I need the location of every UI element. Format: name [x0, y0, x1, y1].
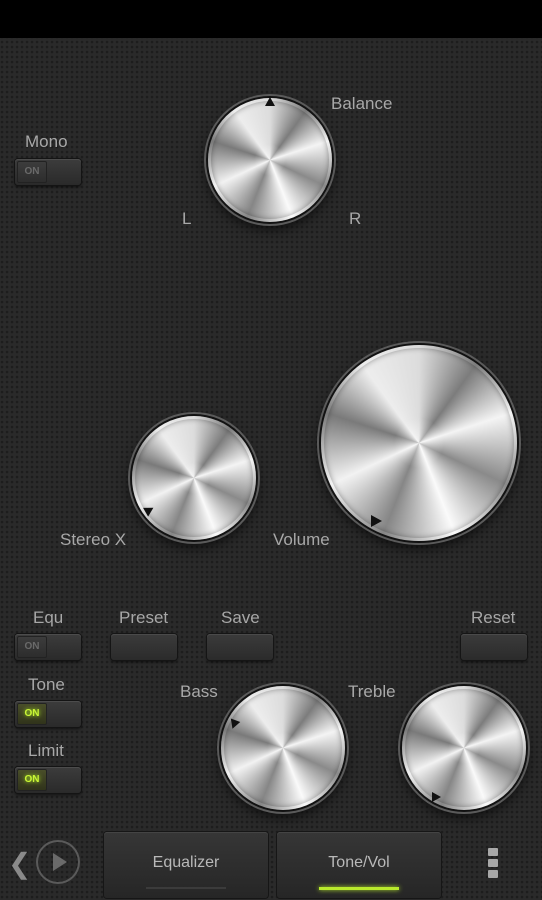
volume-marker [371, 515, 382, 527]
play-circle-icon[interactable] [38, 842, 78, 882]
treble-marker [432, 792, 441, 802]
tone-label: Tone [28, 675, 65, 694]
bass-label: Bass [180, 682, 218, 701]
equ-label: Equ [33, 608, 64, 627]
tone-toggle-state: ON [17, 703, 47, 725]
volume-knob[interactable] [321, 345, 517, 541]
tab-tone-vol[interactable]: Tone/Vol [277, 832, 441, 898]
mono-toggle-state: ON [17, 161, 47, 183]
equ-toggle[interactable]: ON [15, 634, 81, 660]
balance-marker [265, 97, 275, 106]
chevron-left-icon[interactable]: ❮ [8, 850, 31, 878]
overflow-menu-icon[interactable] [488, 848, 498, 882]
reset-button[interactable] [461, 634, 527, 660]
tab-equalizer-label: Equalizer [152, 854, 220, 871]
status-bar [0, 0, 542, 38]
preset-button[interactable] [111, 634, 177, 660]
limit-toggle[interactable]: ON [15, 767, 81, 793]
reset-label: Reset [471, 608, 516, 627]
tab-equalizer[interactable]: Equalizer [104, 832, 268, 898]
equ-toggle-state: ON [17, 636, 47, 658]
treble-knob[interactable] [402, 686, 526, 810]
treble-label: Treble [348, 682, 396, 701]
stereo-x-knob[interactable] [132, 416, 256, 540]
balance-left-label: L [182, 209, 192, 228]
tab-equalizer-indicator [146, 887, 226, 889]
limit-label: Limit [28, 741, 64, 760]
tab-tone-vol-label: Tone/Vol [328, 854, 390, 871]
balance-knob[interactable] [208, 98, 332, 222]
balance-label: Balance [331, 94, 393, 113]
save-button[interactable] [207, 634, 273, 660]
volume-label: Volume [273, 530, 330, 549]
bottom-bar: ❮ Equalizer Tone/Vol [0, 826, 542, 900]
limit-toggle-state: ON [17, 769, 47, 791]
mono-label: Mono [25, 132, 68, 151]
save-label: Save [221, 608, 260, 627]
stereo-x-label: Stereo X [60, 530, 127, 549]
balance-right-label: R [349, 209, 362, 228]
bass-knob[interactable] [221, 686, 345, 810]
preset-label: Preset [119, 608, 169, 627]
tone-toggle[interactable]: ON [15, 701, 81, 727]
mono-toggle[interactable]: ON [15, 159, 81, 185]
tab-tone-vol-indicator [319, 887, 399, 890]
